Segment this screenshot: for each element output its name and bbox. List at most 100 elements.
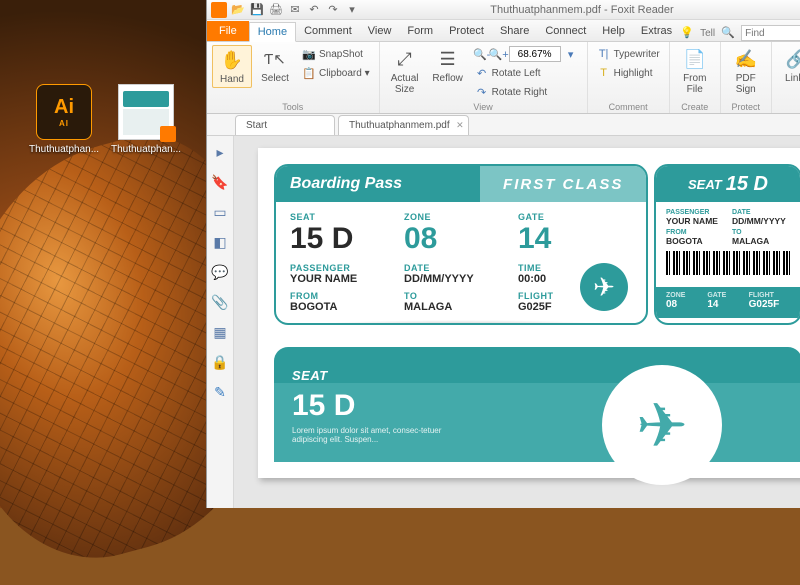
titlebar: 📂 💾 🖨 ✉ ↶ ↷ ▾ Thuthuatphanmem.pdf - Foxi…: [207, 0, 800, 20]
hand-label: Hand: [220, 74, 244, 85]
desktop-icon-label: Thuthuatphan...: [28, 144, 100, 155]
open-icon[interactable]: 📂: [230, 2, 246, 18]
bp-class: FIRST CLASS: [480, 166, 646, 202]
links-label: Links: [785, 73, 800, 84]
doc-tab-file[interactable]: Thuthuatphanmem.pdf✕: [338, 115, 469, 135]
pdf-sign-button[interactable]: ✍ PDF Sign: [726, 45, 766, 97]
tab-home[interactable]: Home: [249, 22, 296, 42]
comments-icon[interactable]: 💬: [212, 264, 228, 280]
tab-view[interactable]: View: [360, 21, 400, 41]
group-comment-label: Comment: [593, 101, 664, 112]
save-icon[interactable]: 💾: [249, 2, 265, 18]
app-logo-icon[interactable]: [211, 2, 227, 18]
desktop-icon-label: Thuthuatphan...: [110, 144, 182, 155]
desktop-icon-pdf[interactable]: Thuthuatphan...: [110, 84, 182, 155]
search-down-icon[interactable]: 🔍: [721, 26, 735, 40]
tab-extras[interactable]: Extras: [633, 21, 680, 41]
group-protect-label: Protect: [726, 101, 766, 112]
actual-size-icon: ⤢: [393, 47, 417, 71]
typewriter-button[interactable]: T|Typewriter: [593, 45, 664, 63]
zoom-out-icon[interactable]: 🔍-: [475, 47, 489, 61]
print-icon[interactable]: 🖨: [268, 2, 284, 18]
work-area: ▸ 🔖 ▭ ◧ 💬 📎 ▦ 🔒 ✎ Boarding Pass FIRST CL…: [207, 136, 800, 508]
select-cursor-icon: Ƭ↖: [263, 47, 287, 71]
ribbon-body: ✋ Hand Ƭ↖ Select 📷SnapShot 📋Clipboard ▾ …: [207, 42, 800, 114]
tab-connect[interactable]: Connect: [537, 21, 594, 41]
reflow-icon: ☰: [436, 47, 460, 71]
thumbnails-icon[interactable]: ▦: [212, 324, 228, 340]
nav-sidebar: ▸ 🔖 ▭ ◧ 💬 📎 ▦ 🔒 ✎: [207, 136, 234, 508]
security-lock-icon[interactable]: 🔒: [212, 354, 228, 370]
desktop-icon-ai[interactable]: AiAI Thuthuatphan...: [28, 84, 100, 155]
barcode: [666, 251, 790, 275]
document-tabs: Start Thuthuatphanmem.pdf✕: [207, 114, 800, 136]
group-comment: T|Typewriter THighlight Comment: [588, 42, 670, 113]
lorem-text: Lorem ipsum dolor sit amet, consec-tetue…: [292, 426, 472, 444]
actual-size-button[interactable]: ⤢ Actual Size: [385, 45, 425, 97]
group-links: 🔗 Links Links: [772, 42, 800, 113]
reflow-label: Reflow: [432, 73, 463, 84]
redo-icon[interactable]: ↷: [325, 2, 341, 18]
undo-icon[interactable]: ↶: [306, 2, 322, 18]
group-view-label: View: [385, 101, 582, 112]
ribbon-tabs: File Home Comment View Form Protect Shar…: [207, 20, 800, 42]
hand-icon: ✋: [220, 48, 244, 72]
window-title: Thuthuatphanmem.pdf - Foxit Reader: [364, 4, 800, 16]
clipboard-button[interactable]: 📋Clipboard ▾: [298, 64, 374, 82]
hand-tool-button[interactable]: ✋ Hand: [212, 45, 252, 88]
links-button[interactable]: 🔗 Links: [777, 45, 800, 86]
group-tools-label: Tools: [212, 101, 374, 112]
snapshot-button[interactable]: 📷SnapShot: [298, 45, 374, 63]
file-tab[interactable]: File: [207, 21, 249, 41]
tell-me-label[interactable]: Tell: [700, 28, 715, 39]
expand-pane-icon[interactable]: ▸: [212, 144, 228, 160]
airplane-icon: ✈: [580, 263, 628, 311]
pdf-sign-icon: ✍: [734, 47, 758, 71]
select-tool-button[interactable]: Ƭ↖ Select: [255, 45, 295, 86]
pdf-sign-label: PDF Sign: [736, 73, 756, 95]
boarding-pass-card-2: SEAT 15 D Lorem ipsum dolor sit amet, co…: [274, 347, 800, 462]
boarding-pass-main: Boarding Pass FIRST CLASS SEAT15 D ZONE0…: [274, 164, 648, 325]
qat-dropdown-icon[interactable]: ▾: [344, 2, 360, 18]
page-canvas[interactable]: Boarding Pass FIRST CLASS SEAT15 D ZONE0…: [234, 136, 800, 508]
rotate-left-icon: ↶: [475, 66, 489, 80]
zoom-controls: 🔍- 🔍+ ▾: [471, 45, 582, 63]
find-input[interactable]: [741, 25, 800, 41]
select-label: Select: [261, 73, 289, 84]
bookmarks-icon[interactable]: 🔖: [212, 174, 228, 190]
attachments-icon[interactable]: 📎: [212, 294, 228, 310]
zoom-level-input[interactable]: [509, 46, 561, 62]
tab-help[interactable]: Help: [594, 21, 633, 41]
layers-icon[interactable]: ◧: [212, 234, 228, 250]
email-icon[interactable]: ✉: [287, 2, 303, 18]
signatures-icon[interactable]: ✎: [212, 384, 228, 400]
reflow-button[interactable]: ☰ Reflow: [428, 45, 468, 86]
highlight-button[interactable]: THighlight: [593, 64, 664, 82]
links-icon: 🔗: [785, 47, 800, 71]
bp-title: Boarding Pass: [276, 166, 480, 202]
zoom-in-icon[interactable]: 🔍+: [492, 47, 506, 61]
doc-tab-start[interactable]: Start: [235, 115, 335, 135]
highlight-icon: T: [597, 66, 611, 80]
rotate-left-button[interactable]: ↶Rotate Left: [471, 64, 582, 82]
foxit-window: 📂 💾 🖨 ✉ ↶ ↷ ▾ Thuthuatphanmem.pdf - Foxi…: [206, 0, 800, 508]
from-file-icon: 📄: [683, 47, 707, 71]
tab-share[interactable]: Share: [492, 21, 537, 41]
actual-size-label: Actual Size: [391, 73, 419, 95]
tab-form[interactable]: Form: [399, 21, 441, 41]
zoom-dropdown-icon[interactable]: ▾: [564, 47, 578, 61]
desktop-background: AiAI Thuthuatphan... Thuthuatphan...: [0, 0, 206, 508]
rotate-right-button[interactable]: ↷Rotate Right: [471, 83, 582, 101]
clipboard-icon: 📋: [302, 66, 316, 80]
pdf-file-icon: [118, 84, 174, 140]
group-view: ⤢ Actual Size ☰ Reflow 🔍- 🔍+ ▾ ↶Rotate L…: [380, 42, 588, 113]
tab-comment[interactable]: Comment: [296, 21, 360, 41]
close-tab-icon[interactable]: ✕: [456, 120, 464, 131]
from-file-button[interactable]: 📄 From File: [675, 45, 715, 97]
group-protect: ✍ PDF Sign Protect: [721, 42, 772, 113]
pages-icon[interactable]: ▭: [212, 204, 228, 220]
lightbulb-icon[interactable]: 💡: [680, 26, 694, 40]
tab-protect[interactable]: Protect: [441, 21, 492, 41]
typewriter-icon: T|: [597, 47, 611, 61]
card-shadow: [296, 320, 626, 325]
